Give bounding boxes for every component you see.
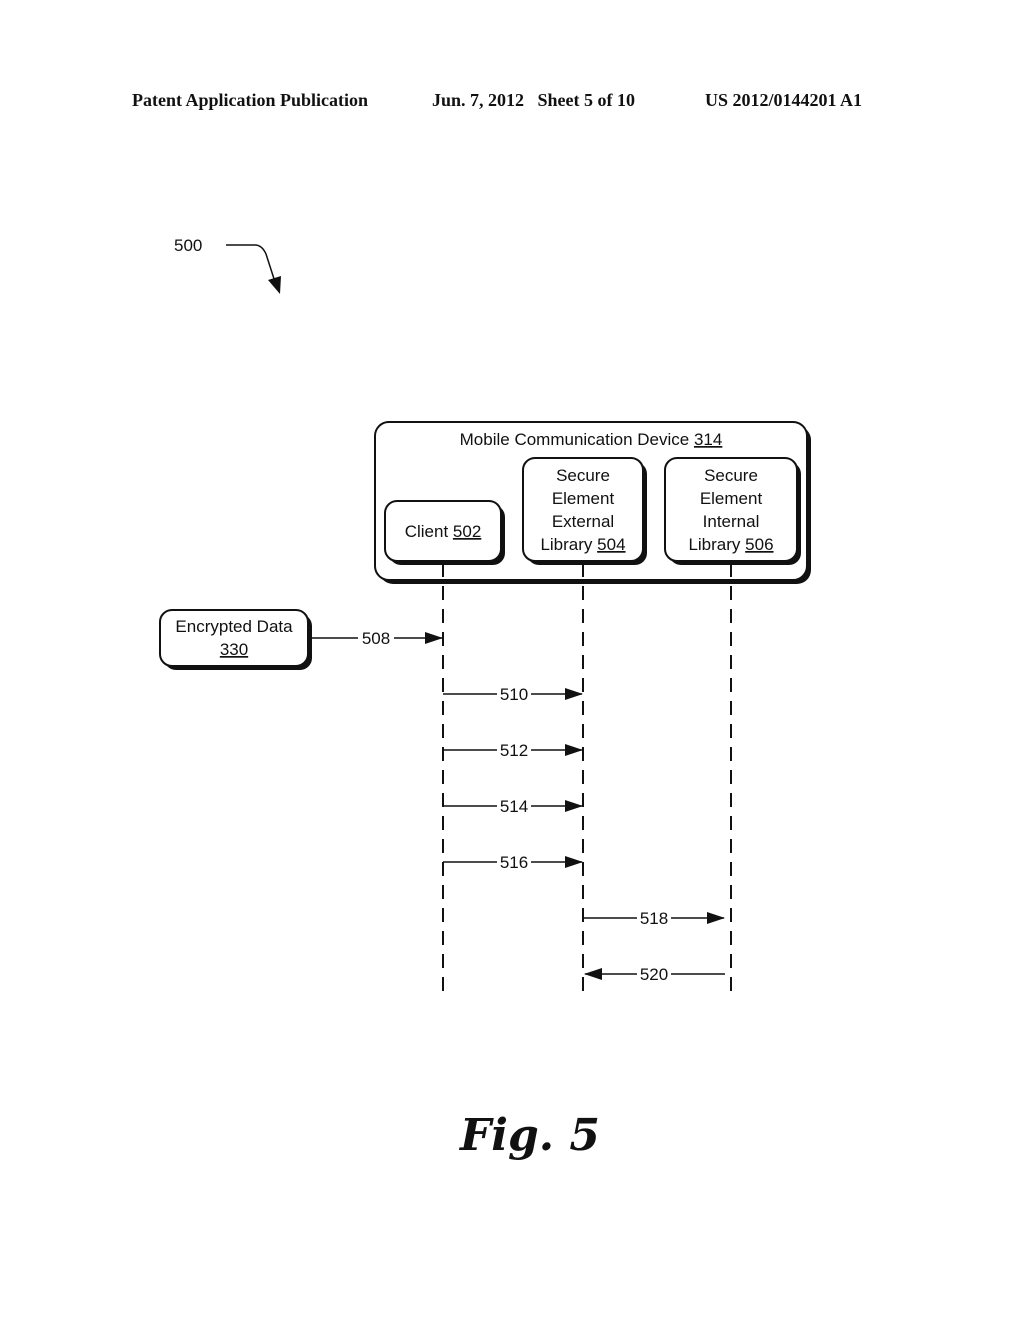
message-520: 520 [584, 965, 725, 984]
message-516: 516 [443, 853, 583, 872]
figure-caption: Fig. 5 [458, 1110, 600, 1161]
svg-text:512: 512 [500, 741, 528, 760]
sequence-diagram: 500 Mobile Communication Device 314 Clie… [159, 236, 811, 1161]
participant-client: Client 502 [384, 500, 505, 565]
svg-text:330: 330 [220, 640, 248, 659]
message-510: 510 [443, 685, 583, 704]
svg-text:External: External [552, 512, 614, 531]
message-514: 514 [443, 797, 583, 816]
svg-text:Element: Element [700, 489, 763, 508]
participant-se-internal-library: Secure Element Internal Library 506 [664, 457, 801, 565]
svg-text:Library 506: Library 506 [688, 535, 773, 554]
svg-text:518: 518 [640, 909, 668, 928]
svg-text:Secure: Secure [556, 466, 610, 485]
message-512: 512 [443, 741, 583, 760]
svg-text:510: 510 [500, 685, 528, 704]
svg-text:Secure: Secure [704, 466, 758, 485]
figure-ref-arrowhead [268, 276, 281, 294]
svg-text:Encrypted Data: Encrypted Data [175, 617, 293, 636]
encrypted-data-source: Encrypted Data 330 [159, 609, 312, 670]
participant-se-external-library: Secure Element External Library 504 [522, 457, 647, 565]
container-label: Mobile Communication Device 314 [460, 430, 723, 449]
svg-text:Element: Element [552, 489, 615, 508]
svg-text:Client 502: Client 502 [405, 522, 482, 541]
svg-text:Internal: Internal [703, 512, 760, 531]
svg-text:Library 504: Library 504 [540, 535, 625, 554]
svg-text:520: 520 [640, 965, 668, 984]
message-508: 508 [312, 629, 443, 648]
figure-ref-number: 500 [174, 236, 202, 255]
svg-text:514: 514 [500, 797, 528, 816]
svg-text:516: 516 [500, 853, 528, 872]
message-518: 518 [583, 909, 725, 928]
svg-text:508: 508 [362, 629, 390, 648]
figure-ref-arrow [226, 244, 277, 286]
